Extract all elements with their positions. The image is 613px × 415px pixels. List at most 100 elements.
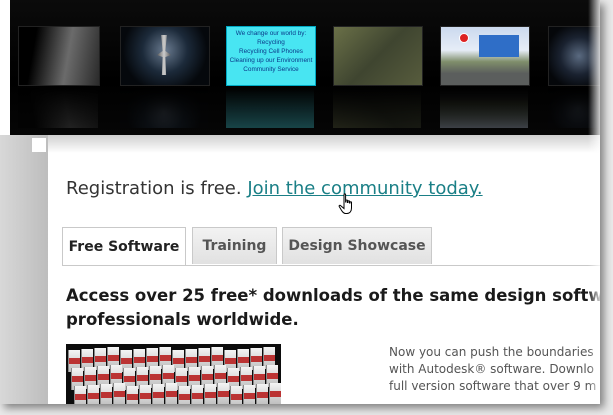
software-box-label <box>225 358 236 364</box>
join-community-link[interactable]: Join the community today. <box>247 178 482 199</box>
building-graphic <box>479 35 519 57</box>
software-box-label <box>147 356 158 362</box>
tab-label: Design Showcase <box>288 238 426 254</box>
software-box-label <box>127 394 138 400</box>
software-box <box>178 386 190 404</box>
software-box-label <box>270 391 281 397</box>
software-box-label <box>179 394 190 400</box>
torn-edge-fade <box>588 0 600 404</box>
browser-page: We change our world by: Recycling Recycl… <box>0 0 600 404</box>
software-box-label <box>108 355 119 361</box>
body-text: Now you can push the boundaries with Aut… <box>389 344 600 395</box>
software-box <box>165 383 177 404</box>
software-box-label <box>241 375 252 381</box>
software-box-label <box>98 374 109 380</box>
tab-design-showcase[interactable]: Design Showcase <box>282 227 432 264</box>
thumbnail-2[interactable] <box>120 26 210 86</box>
software-box <box>204 384 216 404</box>
software-box-label <box>95 356 106 362</box>
software-box <box>126 386 138 404</box>
software-box-label <box>189 375 200 381</box>
software-box-label <box>212 355 223 361</box>
software-box-label <box>264 355 275 361</box>
tab-label: Training <box>202 238 267 254</box>
headline-line-2: professionals worldwide. <box>66 310 299 329</box>
software-box <box>74 386 86 404</box>
hand-pointer-icon <box>338 193 352 214</box>
software-box-label <box>218 391 229 397</box>
thumbnail-3-line: Recycling <box>257 39 285 46</box>
tab-training[interactable]: Training <box>192 227 277 264</box>
page-left-margin <box>0 135 48 404</box>
software-box-label <box>186 357 197 363</box>
thumbnail-reflection <box>333 88 421 128</box>
thumbnail-reflection <box>226 88 314 128</box>
registration-line: Registration is free. Join the community… <box>66 178 483 199</box>
software-box-label <box>121 358 132 364</box>
software-box-label <box>137 375 148 381</box>
software-box-label <box>75 394 86 400</box>
software-box <box>87 385 99 404</box>
software-box-label <box>257 392 268 398</box>
thumbnail-banner: We change our world by: Recycling Recycl… <box>10 0 600 135</box>
section-headline: Access over 25 free* downloads of the sa… <box>66 284 600 332</box>
software-box-label <box>69 358 80 364</box>
tab-label: Free Software <box>68 239 180 255</box>
thumbnail-5[interactable] <box>440 26 530 86</box>
registration-text: Registration is free. <box>66 178 242 199</box>
software-box-label <box>114 391 125 397</box>
software-boxes-image <box>66 344 281 404</box>
software-box-label <box>111 373 122 379</box>
software-box-label <box>88 393 99 399</box>
headline-line-1: Access over 25 free* downloads of the sa… <box>66 286 600 305</box>
tab-free-software[interactable]: Free Software <box>62 227 186 266</box>
body-line: with Autodesk® software. Downlo <box>389 362 594 376</box>
software-box-label <box>215 373 226 379</box>
thumbnail-3-line: Recycling Cell Phones <box>239 48 303 55</box>
software-box <box>152 384 164 404</box>
thumbnail-reflection <box>440 88 528 128</box>
software-box <box>113 383 125 404</box>
software-box-label <box>202 374 213 380</box>
software-box <box>217 383 229 404</box>
software-box-label <box>153 392 164 398</box>
body-line: Now you can push the boundaries <box>389 345 594 359</box>
software-box-label <box>228 376 239 382</box>
software-box-label <box>160 355 171 361</box>
software-box-label <box>124 376 135 382</box>
thumbnail-3[interactable]: We change our world by: Recycling Recycl… <box>226 26 316 86</box>
software-box-label <box>150 374 161 380</box>
software-box <box>191 385 203 404</box>
software-box <box>139 385 151 404</box>
page-corner <box>32 138 46 152</box>
software-box-label <box>199 356 210 362</box>
software-box-label <box>140 393 151 399</box>
software-box-label <box>85 375 96 381</box>
software-box-label <box>251 356 262 362</box>
body-line: full version software that over 9 m <box>389 379 597 393</box>
software-box-label <box>173 358 184 364</box>
software-box-label <box>231 394 242 400</box>
thumbnail-3-line: Cleaning up our Environment <box>229 57 313 64</box>
software-box-label <box>205 392 216 398</box>
thumbnail-3-text: We change our world by: Recycling Recycl… <box>227 27 315 74</box>
thumbnail-3-line: We change our world by: <box>235 30 307 37</box>
thumbnail-1[interactable] <box>18 26 100 86</box>
software-box <box>243 385 255 404</box>
software-box-label <box>82 357 93 363</box>
content-top-shade <box>48 135 600 153</box>
software-box-label <box>192 393 203 399</box>
software-box <box>256 384 268 404</box>
software-box <box>269 383 281 404</box>
software-box-label <box>244 393 255 399</box>
software-box-label <box>176 376 187 382</box>
tower-graphic <box>157 35 171 75</box>
software-box-label <box>166 391 177 397</box>
software-box-label <box>254 374 265 380</box>
stop-sign-graphic <box>459 33 469 43</box>
software-box-label <box>134 357 145 363</box>
thumbnail-4[interactable] <box>333 26 423 86</box>
software-box-label <box>267 373 278 379</box>
thumbnail-reflection <box>120 88 208 128</box>
software-box-label <box>72 376 83 382</box>
